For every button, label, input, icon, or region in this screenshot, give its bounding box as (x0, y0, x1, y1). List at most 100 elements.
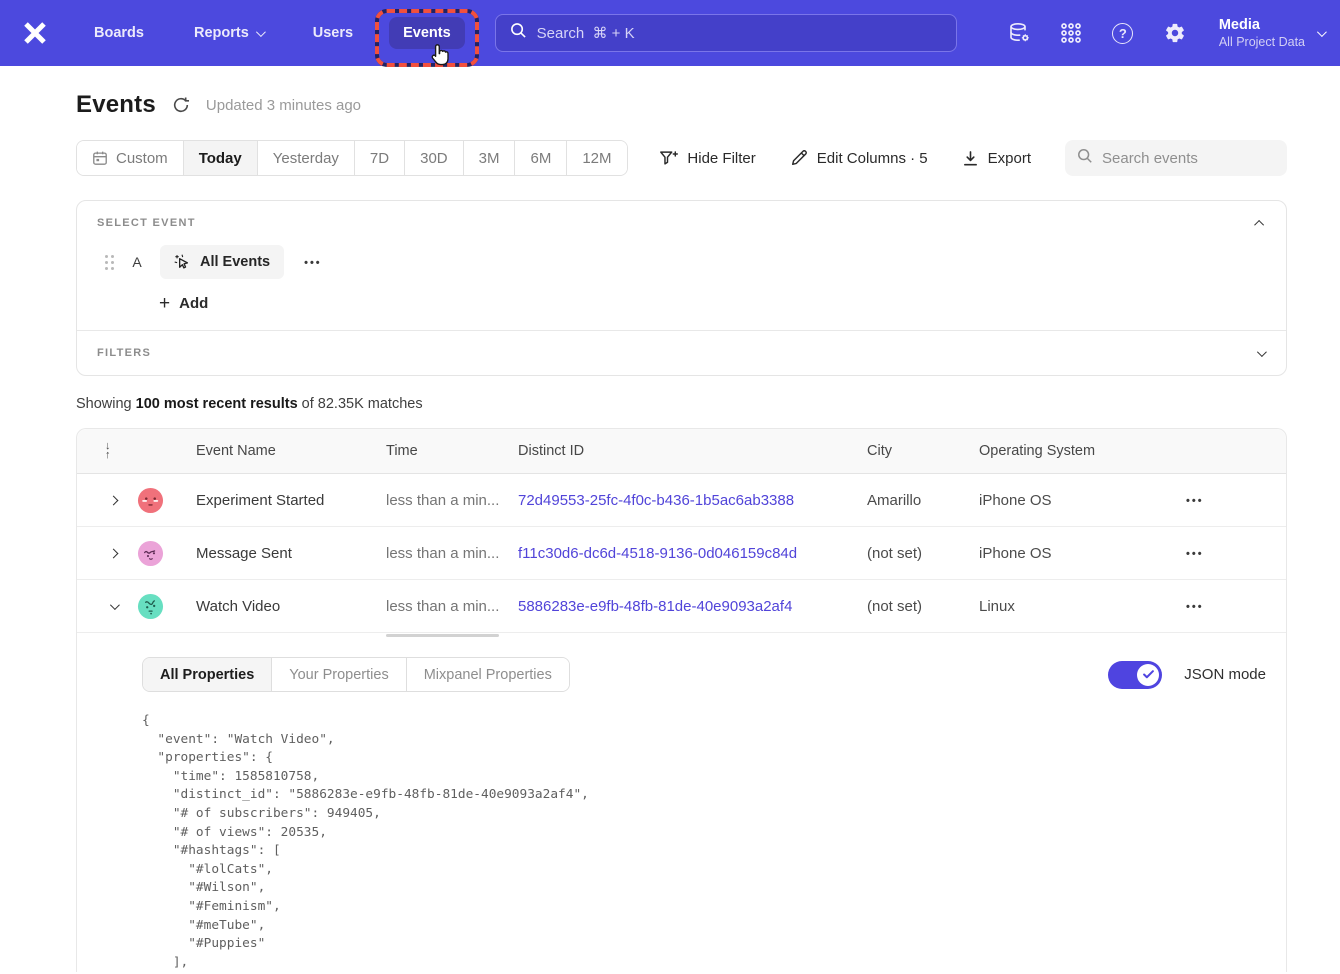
add-event-label: Add (179, 295, 208, 312)
hide-filter-label: Hide Filter (687, 150, 755, 167)
nav-item-events-wrapper: Events (389, 17, 465, 49)
date-range-3m[interactable]: 3M (464, 141, 516, 175)
project-scope: All Project Data (1219, 34, 1305, 50)
column-header-event-name[interactable]: Event Name (196, 443, 386, 459)
query-builder-card: SELECT EVENT A All Events Add FILTERS (76, 200, 1287, 376)
step-letter: A (130, 254, 144, 270)
row-expand-chevron-right-icon[interactable] (105, 545, 121, 561)
table-row-expanded: Watch Video less than a min... 5886283e-… (77, 580, 1286, 633)
nav-item-boards[interactable]: Boards (80, 17, 158, 49)
event-avatar (137, 593, 164, 620)
tab-mixpanel-properties[interactable]: Mixpanel Properties (407, 658, 569, 691)
drag-handle[interactable] (105, 255, 114, 270)
main-content: Events Updated 3 minutes ago Custom Toda… (0, 90, 1340, 972)
cell-distinct-id-link[interactable]: 5886283e-e9fb-48fb-81de-40e9093a2af4 (518, 598, 867, 615)
tab-all-properties[interactable]: All Properties (143, 658, 272, 691)
project-name: Media (1219, 16, 1305, 34)
project-switcher[interactable]: Media All Project Data (1219, 16, 1324, 50)
table-row: Experiment Started less than a min... 72… (77, 474, 1286, 527)
export-label: Export (988, 150, 1031, 167)
date-range-today[interactable]: Today (184, 141, 258, 175)
help-icon[interactable] (1111, 21, 1135, 45)
event-avatar (137, 487, 164, 514)
collapse-section-chevron-up-icon[interactable] (1254, 219, 1264, 229)
results-prefix: Showing (76, 396, 136, 412)
nav-right-icons: Media All Project Data (1007, 16, 1324, 50)
download-icon (962, 150, 979, 167)
event-json-viewer[interactable]: { "event": "Watch Video", "properties": … (142, 712, 1266, 972)
apps-grid-icon[interactable] (1059, 21, 1083, 45)
date-range-custom[interactable]: Custom (77, 141, 184, 175)
date-range-yesterday[interactable]: Yesterday (258, 141, 355, 175)
sparkle-cursor-icon (174, 254, 191, 271)
date-range-12m[interactable]: 12M (567, 141, 626, 175)
expand-section-chevron-down-icon (1257, 347, 1267, 357)
global-search-input[interactable] (537, 25, 942, 42)
event-selector-button[interactable]: All Events (160, 245, 284, 279)
cell-time: less than a min... (386, 545, 518, 562)
global-search[interactable] (495, 14, 957, 52)
data-management-icon[interactable] (1007, 21, 1031, 45)
column-header-distinct-id[interactable]: Distinct ID (518, 443, 867, 459)
events-table: ↓↑ Event Name Time Distinct ID City Oper… (76, 428, 1287, 972)
chevron-down-icon (256, 27, 266, 37)
export-button[interactable]: Export (962, 150, 1031, 167)
nav-item-reports[interactable]: Reports (180, 17, 277, 49)
cell-city: Amarillo (867, 492, 979, 509)
edit-columns-button[interactable]: Edit Columns · 5 (790, 149, 928, 167)
settings-gear-icon[interactable] (1163, 21, 1187, 45)
row-more-options-button[interactable] (1166, 491, 1286, 509)
filter-funnel-icon (659, 149, 678, 167)
date-range-7d[interactable]: 7D (355, 141, 405, 175)
cell-time: less than a min... (386, 598, 518, 615)
cell-os: iPhone OS (979, 545, 1166, 562)
updated-timestamp: Updated 3 minutes ago (206, 97, 361, 114)
filters-section-header[interactable]: FILTERS (77, 331, 1286, 375)
search-events-input[interactable] (1102, 150, 1301, 167)
hide-filter-button[interactable]: Hide Filter (659, 149, 755, 167)
event-selector-label: All Events (200, 254, 270, 270)
json-mode-label: JSON mode (1184, 666, 1266, 683)
date-range-30d[interactable]: 30D (405, 141, 464, 175)
event-detail-panel: All Properties Your Properties Mixpanel … (77, 633, 1286, 972)
tab-your-properties[interactable]: Your Properties (272, 658, 406, 691)
event-more-options-button[interactable] (300, 253, 326, 271)
search-events-box[interactable] (1065, 140, 1287, 176)
chevron-down-icon (1317, 27, 1327, 37)
table-row: Message Sent less than a min... f11c30d6… (77, 527, 1286, 580)
event-avatar (137, 540, 164, 567)
nav-item-events[interactable]: Events (389, 17, 465, 49)
cell-event-name: Experiment Started (196, 492, 386, 509)
results-highlight: 100 most recent results (136, 396, 298, 412)
column-header-os[interactable]: Operating System (979, 443, 1166, 459)
date-range-6m[interactable]: 6M (515, 141, 567, 175)
nav-item-users[interactable]: Users (299, 17, 367, 49)
top-nav: Boards Reports Users Events (0, 0, 1340, 66)
cell-os: iPhone OS (979, 492, 1166, 509)
horizontal-scrollbar-thumb[interactable] (386, 634, 499, 637)
page-title: Events (76, 91, 156, 119)
add-event-button[interactable]: Add (159, 295, 208, 312)
row-collapse-chevron-down-icon[interactable] (105, 598, 121, 614)
json-mode-toggle[interactable] (1108, 661, 1162, 689)
row-more-options-button[interactable] (1166, 597, 1286, 615)
refresh-button[interactable] (172, 96, 190, 114)
cell-time: less than a min... (386, 492, 518, 509)
cursor-hand-icon (429, 43, 452, 73)
mixpanel-logo-icon[interactable] (20, 18, 50, 48)
cell-distinct-id-link[interactable]: 72d49553-25fc-4f0c-b436-1b5ac6ab3388 (518, 492, 867, 509)
nav-item-reports-label: Reports (194, 25, 249, 41)
results-summary: Showing 100 most recent results of 82.35… (76, 396, 1287, 412)
row-expand-chevron-right-icon[interactable] (105, 492, 121, 508)
search-icon (510, 22, 527, 44)
cell-distinct-id-link[interactable]: f11c30d6-dc6d-4518-9136-0d046159c84d (518, 545, 867, 562)
row-more-options-button[interactable] (1166, 544, 1286, 562)
collapse-expand-all-icon[interactable]: ↓↑ (77, 442, 111, 460)
select-event-label: SELECT EVENT (97, 217, 196, 229)
check-icon (1143, 670, 1154, 679)
cell-event-name: Message Sent (196, 545, 386, 562)
column-header-time[interactable]: Time (386, 443, 518, 459)
calendar-icon (92, 150, 108, 166)
cell-city: (not set) (867, 545, 979, 562)
column-header-city[interactable]: City (867, 443, 979, 459)
